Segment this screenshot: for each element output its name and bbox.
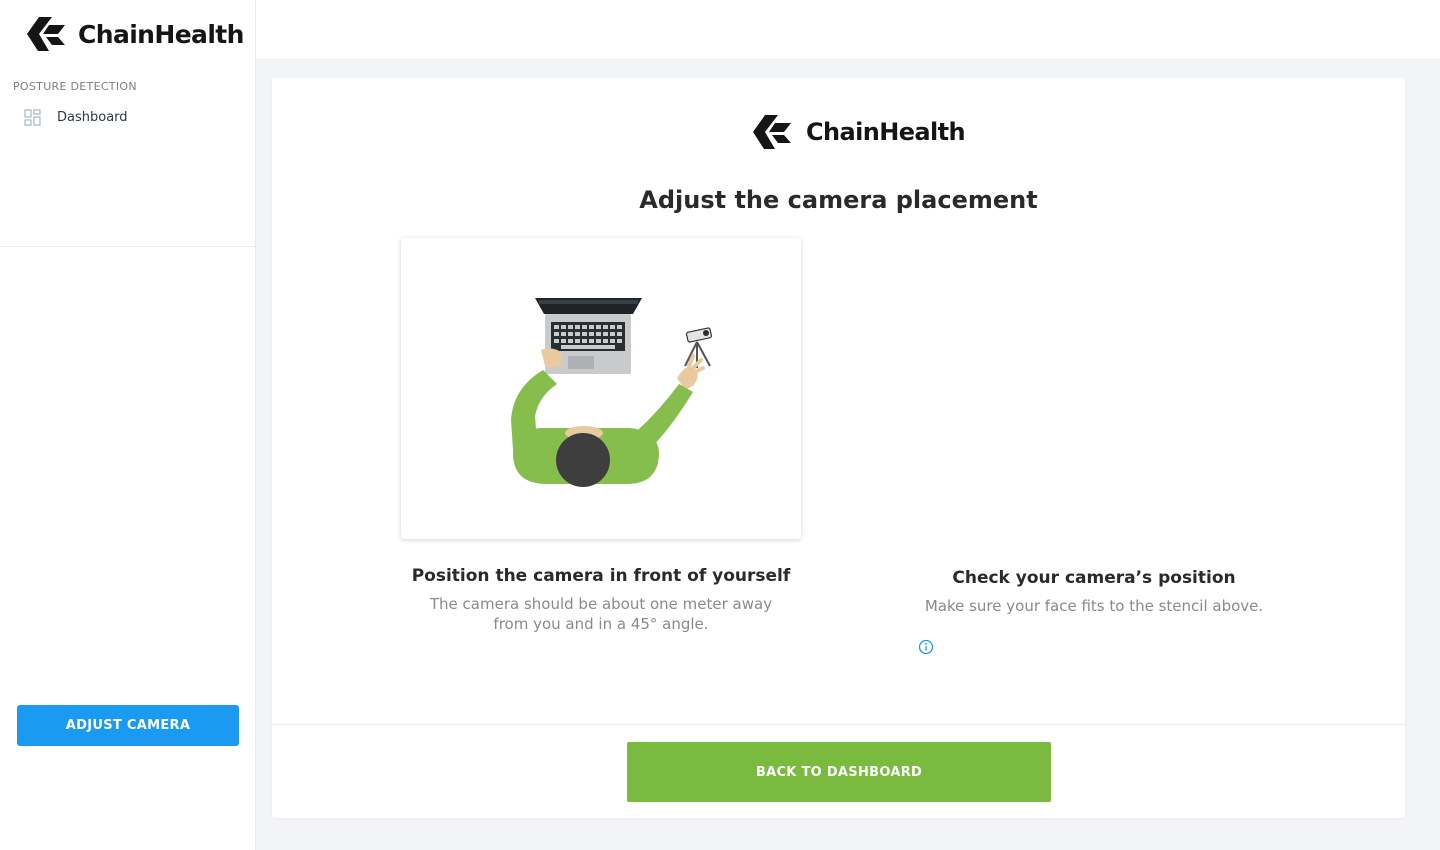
check-position-title: Check your camera’s position xyxy=(952,568,1236,588)
top-bar xyxy=(256,0,1440,60)
card-logo: ChainHealth xyxy=(752,112,966,152)
position-description: The camera should be about one meter awa… xyxy=(401,594,801,634)
section-label-posture-detection: POSTURE DETECTION xyxy=(13,80,137,93)
sidebar-logo[interactable]: ChainHealth xyxy=(26,16,244,52)
brand-name: ChainHealth xyxy=(806,118,966,146)
chainhealth-logo-icon xyxy=(753,115,791,149)
chainhealth-logo-icon xyxy=(27,17,65,51)
sidebar-item-dashboard[interactable]: Dashboard xyxy=(24,107,128,127)
dashboard-grid-icon xyxy=(24,108,41,126)
position-description-line-2: from you and in a 45° angle. xyxy=(493,615,709,633)
info-icon[interactable] xyxy=(918,639,934,655)
person-laptop-camera-illustration xyxy=(511,298,713,487)
back-to-dashboard-button[interactable]: BACK TO DASHBOARD xyxy=(627,742,1051,802)
position-description-line-1: The camera should be about one meter awa… xyxy=(429,595,773,613)
brand-name: ChainHealth xyxy=(78,19,244,49)
position-title: Position the camera in front of yourself xyxy=(411,566,791,586)
sidebar-divider xyxy=(0,246,256,247)
adjust-camera-button[interactable]: ADJUST CAMERA xyxy=(17,705,239,746)
sidebar: ChainHealth POSTURE DETECTION Dashboard … xyxy=(0,0,256,850)
page-title: Adjust the camera placement xyxy=(639,186,1038,214)
check-position-description: Make sure your face fits to the stencil … xyxy=(924,597,1264,615)
camera-setup-card: ChainHealth Adjust the camera placement xyxy=(272,78,1405,818)
card-divider xyxy=(272,724,1405,725)
sidebar-item-label: Dashboard xyxy=(57,109,128,125)
camera-placement-illustration xyxy=(401,238,801,539)
check-position-instructions: Check your camera’s position Make sure y… xyxy=(894,568,1294,616)
position-instructions: Position the camera in front of yourself… xyxy=(401,566,801,634)
